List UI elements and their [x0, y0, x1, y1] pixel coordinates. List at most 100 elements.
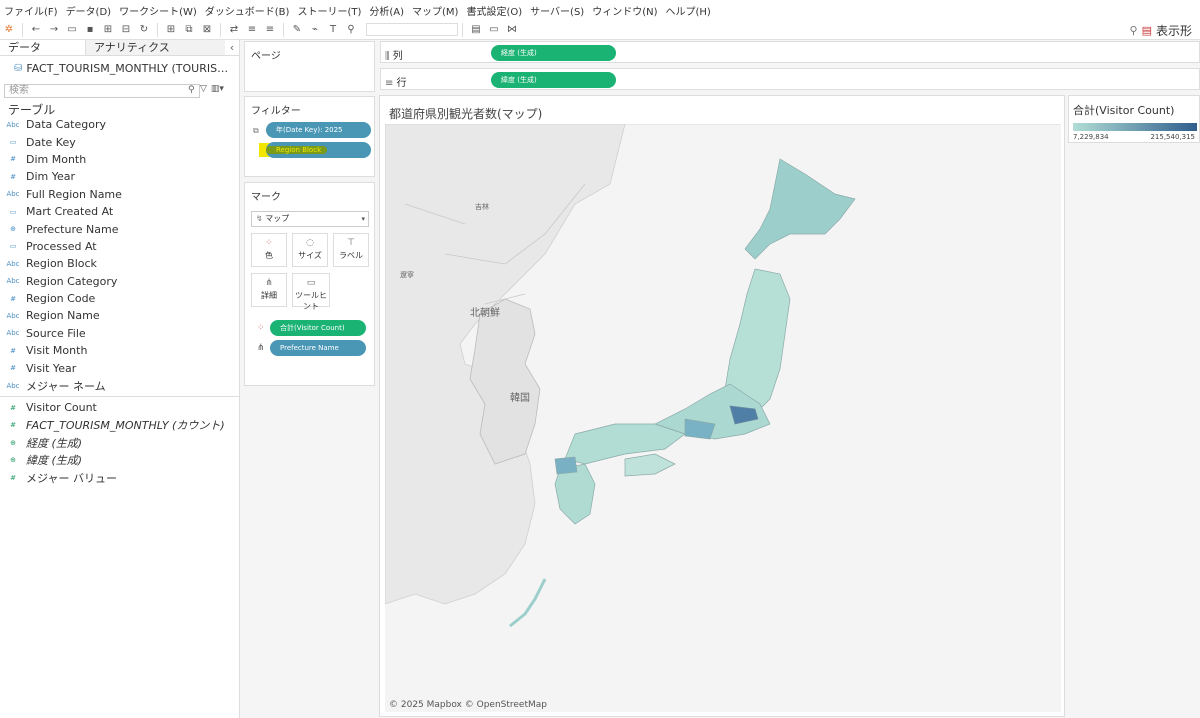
- clear-sheet-icon[interactable]: ⊠: [199, 22, 215, 38]
- map-label-jilin: 吉林: [475, 203, 489, 211]
- marks-card[interactable]: マーク ↯ マップ ▾ ⁘ 色 ◌ サイズ ⊤ ラベル ⋔ 詳細 ▭ ツールヒン…: [244, 182, 375, 386]
- size-button[interactable]: ◌ サイズ: [292, 233, 328, 267]
- field-item[interactable]: # メジャー バリュー: [0, 469, 240, 486]
- field-item[interactable]: # FACT_TOURISM_MONTHLY (カウント): [0, 417, 240, 434]
- undo-icon[interactable]: ←: [28, 22, 44, 38]
- share-icon[interactable]: ⋈: [504, 22, 520, 38]
- menu-item[interactable]: ウィンドウ(N): [588, 3, 661, 18]
- save-icon[interactable]: ▪: [82, 22, 98, 38]
- show-me-button[interactable]: ⚲ ▤ 表示形: [1130, 22, 1192, 39]
- columns-shelf[interactable]: ⫼ 列 経度 (生成): [380, 41, 1200, 63]
- filters-card[interactable]: フィルター ⧉ 年(Date Key): 2025 Region Block: [244, 96, 375, 177]
- field-item[interactable]: Abc Data Category: [0, 116, 240, 133]
- field-item[interactable]: # Visitor Count: [0, 399, 240, 416]
- mark-pill-visitor-count[interactable]: 合計(Visitor Count): [270, 320, 366, 336]
- pin-toolbar-icon[interactable]: ⚲: [1130, 24, 1138, 37]
- field-item[interactable]: # Visit Year: [0, 359, 240, 376]
- menu-item[interactable]: ストーリー(T): [293, 3, 365, 18]
- field-item[interactable]: Abc Full Region Name: [0, 186, 240, 203]
- menu-item[interactable]: サーバー(S): [526, 3, 588, 18]
- map-copyright[interactable]: © 2025 Mapbox © OpenStreetMap: [389, 700, 547, 710]
- label-icon[interactable]: T: [325, 22, 341, 38]
- map-view[interactable]: 吉林 北朝鮮 韓国 遼寧: [385, 124, 1061, 712]
- datasource-item[interactable]: ⛁ FACT_TOURISM_MONTHLY (TOURIS…: [14, 62, 228, 75]
- menu-item[interactable]: マップ(M): [408, 3, 462, 18]
- tableau-logo-icon[interactable]: ✲: [1, 22, 17, 38]
- field-label: FACT_TOURISM_MONTHLY (カウント): [26, 419, 225, 433]
- sort-desc-icon[interactable]: ≡: [262, 22, 278, 38]
- field-item[interactable]: # Visit Month: [0, 342, 240, 359]
- group-icon[interactable]: ⌁: [307, 22, 323, 38]
- menu-item[interactable]: ダッシュボード(B): [201, 3, 294, 18]
- field-label: Full Region Name: [26, 187, 122, 201]
- pause-updates-icon[interactable]: ⊟: [118, 22, 134, 38]
- duplicate-sheet-icon[interactable]: ⧉: [181, 22, 197, 38]
- presentation-icon[interactable]: ▭: [486, 22, 502, 38]
- field-type-icon: Abc: [6, 329, 20, 338]
- field-label: Dim Year: [26, 170, 76, 184]
- color-legend[interactable]: 合計(Visitor Count) 7,229,834 215,540,315: [1068, 95, 1200, 143]
- field-item[interactable]: ▭ Mart Created At: [0, 203, 240, 220]
- field-divider: [0, 396, 240, 398]
- search-input[interactable]: 検索: [4, 84, 200, 98]
- field-item[interactable]: Abc Region Category: [0, 273, 240, 290]
- menu-item[interactable]: データ(D): [62, 3, 116, 18]
- show-cards-icon[interactable]: ▤: [468, 22, 484, 38]
- rows-shelf[interactable]: ≡ 行 緯度 (生成): [380, 68, 1200, 90]
- field-item[interactable]: # Dim Month: [0, 151, 240, 168]
- fit-dropdown[interactable]: [366, 23, 458, 36]
- field-type-icon: #: [10, 155, 16, 164]
- menu-item[interactable]: ファイル(F): [0, 3, 62, 18]
- legend-max: 215,540,315: [1150, 133, 1195, 141]
- menu-item[interactable]: ワークシート(W): [115, 3, 201, 18]
- new-sheet-icon[interactable]: ⊞: [163, 22, 179, 38]
- redo-icon[interactable]: →: [46, 22, 62, 38]
- swap-icon[interactable]: ⇄: [226, 22, 242, 38]
- field-item[interactable]: ⊕ 経度 (生成): [0, 434, 240, 451]
- field-item[interactable]: # Dim Year: [0, 168, 240, 185]
- filter-pill-region-block-label: Region Block: [266, 146, 328, 154]
- refresh-icon[interactable]: ↻: [136, 22, 152, 38]
- sheet-title: 都道府県別観光者数(マップ): [389, 107, 543, 121]
- field-item[interactable]: # Region Code: [0, 290, 240, 307]
- color-label: 色: [265, 251, 273, 260]
- mark-pill-prefecture-name[interactable]: Prefecture Name: [270, 340, 366, 356]
- tab-analytics[interactable]: アナリティクス: [86, 40, 225, 55]
- mark-type-dropdown[interactable]: ↯ マップ ▾: [251, 211, 369, 227]
- field-type-icon: ▭: [9, 242, 17, 251]
- rows-pill-latitude[interactable]: 緯度 (生成): [491, 72, 616, 88]
- field-item[interactable]: Abc Region Name: [0, 307, 240, 324]
- filter-pill-date[interactable]: 年(Date Key): 2025: [266, 122, 371, 138]
- detail-button[interactable]: ⋔ 詳細: [251, 273, 287, 307]
- new-datasource-icon[interactable]: ⊞: [100, 22, 116, 38]
- field-item[interactable]: ⊕ Prefecture Name: [0, 220, 240, 237]
- menu-item[interactable]: 書式設定(O): [462, 3, 526, 18]
- label-button[interactable]: ⊤ ラベル: [333, 233, 369, 267]
- collapse-pane-icon[interactable]: ‹: [225, 40, 239, 55]
- field-item[interactable]: Abc Source File: [0, 325, 240, 342]
- show-me-label: 表示形: [1155, 24, 1192, 38]
- columns-pill-longitude[interactable]: 経度 (生成): [491, 45, 616, 61]
- pages-card[interactable]: ページ: [244, 41, 375, 92]
- sort-asc-icon[interactable]: ≡: [244, 22, 260, 38]
- legend-gradient: [1073, 123, 1197, 131]
- tab-data[interactable]: データ: [0, 40, 86, 55]
- tooltip-button[interactable]: ▭ ツールヒント: [292, 273, 330, 311]
- field-item[interactable]: ▭ Processed At: [0, 238, 240, 255]
- color-button[interactable]: ⁘ 色: [251, 233, 287, 267]
- field-item[interactable]: ▭ Date Key: [0, 133, 240, 150]
- replace-data-icon[interactable]: ▭: [64, 22, 80, 38]
- filter-icon[interactable]: ▽: [200, 84, 207, 94]
- detail-encoding-icon: ⋔: [257, 343, 265, 353]
- field-item[interactable]: ⊕ 緯度 (生成): [0, 451, 240, 468]
- view-options-icon[interactable]: ▥▾: [211, 84, 224, 94]
- menu-bar: ファイル(F) データ(D) ワークシート(W) ダッシュボード(B) ストーリー(T)…: [0, 0, 1200, 20]
- menu-item[interactable]: ヘルプ(H): [662, 3, 715, 18]
- pin-icon[interactable]: ⚲: [343, 22, 359, 38]
- menu-item[interactable]: 分析(A): [365, 3, 408, 18]
- highlight-icon[interactable]: ✎: [289, 22, 305, 38]
- field-item[interactable]: Abc メジャー ネーム: [0, 377, 240, 394]
- field-label: Region Name: [26, 309, 100, 323]
- field-item[interactable]: Abc Region Block: [0, 255, 240, 272]
- filter-pill-region-block[interactable]: Region Block: [266, 142, 371, 158]
